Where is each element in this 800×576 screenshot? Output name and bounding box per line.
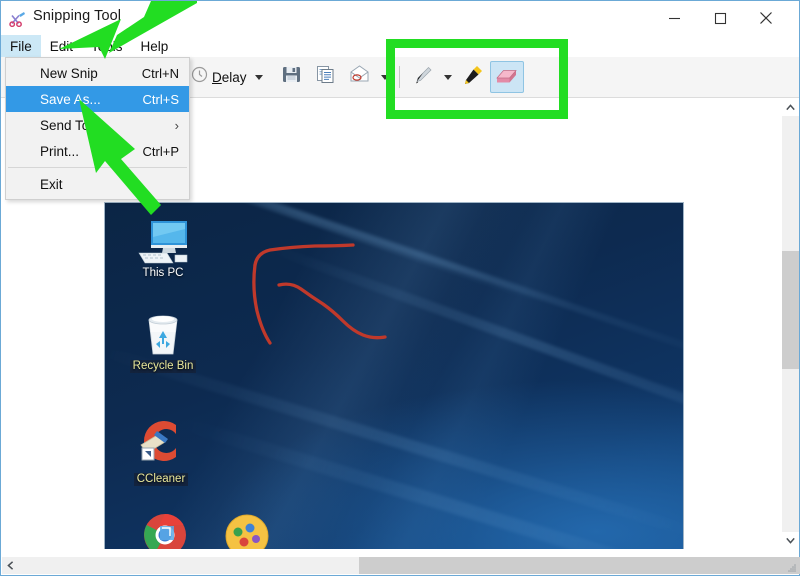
maximize-button[interactable]: [697, 1, 743, 35]
save-snip-button[interactable]: [275, 61, 309, 93]
menu-item-new-snip[interactable]: New Snip Ctrl+N: [6, 60, 189, 86]
delay-mnemonic: D: [212, 69, 222, 85]
scroll-up-button[interactable]: [782, 99, 799, 116]
resize-grip[interactable]: [785, 561, 797, 573]
desktop-icon-game[interactable]: [201, 514, 293, 549]
email-icon: [348, 64, 371, 90]
clock-icon: [191, 66, 208, 88]
snipping-tool-window: Snipping Tool File Edit Tools Help Delay…: [0, 0, 800, 576]
chrome-icon: [119, 514, 211, 549]
screenshot-root: Snipping Tool File Edit Tools Help Delay…: [0, 0, 800, 576]
ccleaner-icon: [115, 415, 207, 469]
menu-item-label: Save As...: [40, 91, 101, 107]
game-icon: [201, 514, 293, 549]
snip-image[interactable]: This PC Recycle Bin CCleaner: [104, 202, 684, 549]
delay-button[interactable]: Delay: [187, 59, 251, 95]
desktop-icon-recycle-bin[interactable]: Recycle Bin: [117, 308, 209, 374]
horizontal-scrollbar-track[interactable]: [19, 557, 800, 574]
menu-item-label: New Snip: [40, 65, 98, 81]
menu-item-accel: Ctrl+P: [142, 143, 179, 159]
desktop-icon-chrome[interactable]: [119, 514, 211, 549]
menu-separator: [8, 167, 187, 168]
menu-edit[interactable]: Edit: [41, 35, 82, 57]
scroll-left-button[interactable]: [2, 557, 19, 574]
scroll-down-button[interactable]: [782, 532, 799, 549]
menu-item-print[interactable]: Print... Ctrl+P: [6, 138, 189, 164]
menu-help-label: Help: [140, 38, 169, 54]
menu-file[interactable]: File: [1, 35, 41, 57]
chevron-down-icon: [254, 74, 263, 80]
save-floppy-icon: [281, 64, 302, 90]
copy-icon: [315, 64, 336, 90]
window-title: Snipping Tool: [33, 8, 122, 24]
horizontal-scrollbar[interactable]: [2, 557, 800, 574]
menu-item-accel: Ctrl+S: [142, 91, 179, 107]
menu-edit-label: Edit: [49, 38, 74, 54]
menu-item-accel: Ctrl+N: [141, 65, 179, 81]
menu-tools-label: Tools: [91, 38, 123, 54]
delay-label: Delay: [212, 70, 247, 85]
delay-rest: elay: [221, 69, 247, 85]
minimize-button[interactable]: [651, 1, 697, 35]
menu-item-send-to[interactable]: Send To ›: [6, 112, 189, 138]
desktop-icon-label: CCleaner: [133, 473, 189, 486]
title-bar: Snipping Tool: [1, 1, 799, 35]
vertical-scrollbar[interactable]: [781, 99, 799, 549]
desktop-icon-ccleaner[interactable]: CCleaner: [115, 415, 207, 487]
desktop-icon-this-pc[interactable]: This PC: [117, 217, 209, 280]
menu-tools[interactable]: Tools: [82, 35, 132, 57]
email-snip-button[interactable]: [343, 61, 377, 93]
menu-item-save-as[interactable]: Save As... Ctrl+S: [6, 86, 189, 112]
menu-item-label: Exit: [40, 176, 63, 192]
close-button[interactable]: [743, 1, 789, 35]
menu-file-label: File: [10, 38, 32, 54]
highlight-box-pen-tools: [386, 39, 568, 119]
horizontal-scrollbar-thumb[interactable]: [359, 557, 800, 574]
snipping-tool-icon: [9, 9, 27, 28]
delay-dropdown-button[interactable]: [251, 59, 267, 95]
recycle-bin-icon: [117, 308, 209, 356]
desktop-icon-label: Recycle Bin: [129, 360, 197, 373]
this-pc-icon: [117, 217, 209, 265]
submenu-arrow-icon: ›: [174, 117, 179, 133]
desktop-icon-label: This PC: [142, 267, 184, 279]
menu-help[interactable]: Help: [132, 35, 178, 57]
vertical-scrollbar-thumb[interactable]: [782, 251, 799, 369]
menu-item-label: Send To: [40, 117, 90, 133]
file-dropdown-menu: New Snip Ctrl+N Save As... Ctrl+S Send T…: [5, 57, 190, 200]
menu-item-label: Print...: [40, 143, 80, 159]
copy-snip-button[interactable]: [309, 61, 343, 93]
menu-item-exit[interactable]: Exit: [6, 171, 189, 197]
